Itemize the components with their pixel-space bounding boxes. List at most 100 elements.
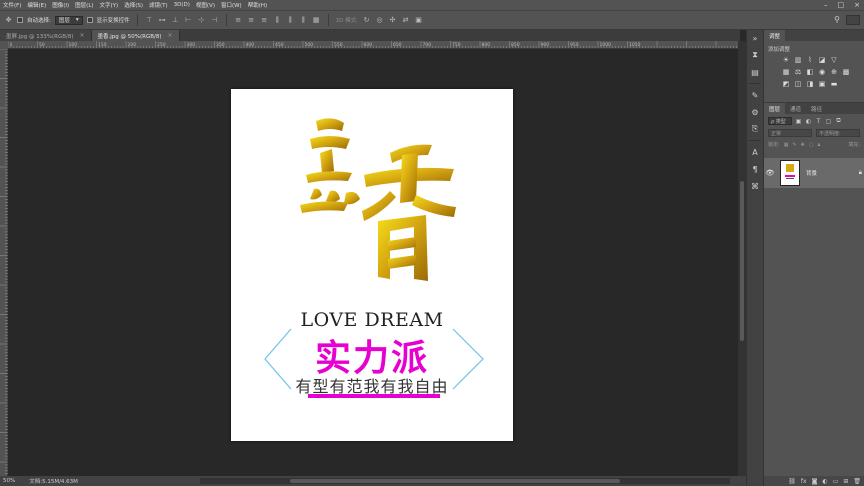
threshold-icon[interactable]: ◨ [806, 80, 814, 88]
trash-icon[interactable]: 🗑︎ [853, 478, 861, 485]
3d-pan-icon[interactable]: ✣ [388, 16, 397, 25]
menu-filter[interactable]: 滤镜(T) [146, 1, 171, 9]
opacity-field[interactable]: 不透明度: [816, 129, 860, 137]
history-icon[interactable]: ⧗ [749, 49, 761, 61]
layer-row-background[interactable]: 👁︎ 背景 🔒︎ [764, 158, 864, 188]
document-info[interactable]: 文档:5.15M/4.63M [29, 477, 78, 485]
search-icon[interactable]: ⚲ [834, 15, 840, 24]
blend-mode-select[interactable]: 正常 [768, 129, 812, 137]
move-tool-icon[interactable]: ✥ [4, 16, 13, 25]
lock-pixels-icon[interactable]: ✎ [792, 142, 796, 148]
auto-align-icon[interactable]: ▦ [312, 16, 321, 25]
glyphs-icon[interactable]: ⌘ [749, 180, 761, 192]
tab-close-icon[interactable]: × [168, 32, 173, 39]
menu-help[interactable]: 帮助(H) [245, 1, 270, 9]
fill-label[interactable]: 填充: [848, 141, 860, 148]
character-icon[interactable]: A [749, 146, 761, 158]
tab-moping[interactable]: 墨屏.jpg @ 133%(RGB/8) × [0, 30, 92, 41]
horizontal-scrollbar[interactable] [200, 478, 730, 484]
posterize-icon[interactable]: ◫ [794, 80, 802, 88]
tab-paths[interactable]: 路径 [806, 103, 827, 114]
channel-mixer-icon[interactable]: ⊕ [830, 68, 838, 76]
document-canvas[interactable]: LOVE DREAM 实力派 有型有范我有我自由 [231, 89, 513, 441]
tab-layers[interactable]: 图层 [764, 103, 786, 114]
pixel-filter-icon[interactable]: ▣ [795, 118, 802, 125]
align-hcenter-icon[interactable]: ⊹ [197, 16, 206, 25]
properties-icon[interactable]: ▤ [749, 66, 761, 78]
lock-all-icon[interactable]: 🔒︎ [818, 142, 821, 148]
layer-style-icon[interactable]: fx [801, 478, 807, 485]
adjustment-filter-icon[interactable]: ◐ [805, 118, 812, 125]
tab-adjustments[interactable]: 调整 [764, 30, 786, 41]
gradient-map-icon[interactable]: ▬ [830, 80, 838, 88]
color-balance-icon[interactable]: ⚖ [794, 68, 802, 76]
vertical-scrollbar[interactable] [738, 41, 746, 476]
adjustment-layer-icon[interactable]: ◐ [822, 478, 827, 485]
black-white-icon[interactable]: ◧ [806, 68, 814, 76]
tab-close-icon[interactable]: × [79, 32, 84, 39]
3d-slide-icon[interactable]: ⇄ [401, 16, 410, 25]
align-top-icon[interactable]: ⊤ [145, 16, 154, 25]
menu-select[interactable]: 选择(S) [121, 1, 146, 9]
visibility-eye-icon[interactable]: 👁︎ [764, 169, 776, 177]
align-bottom-icon[interactable]: ⊥ [171, 16, 180, 25]
distribute-right-icon[interactable]: ⫼ [299, 16, 308, 25]
minimize-icon[interactable]: – [824, 1, 828, 9]
3d-roll-icon[interactable]: ◎ [375, 16, 384, 25]
distribute-bottom-icon[interactable]: ≡ [260, 16, 269, 25]
align-left-icon[interactable]: ⊢ [184, 16, 193, 25]
filter-kind-select[interactable]: ρ 类型 [768, 117, 792, 125]
color-lookup-icon[interactable]: ▩ [842, 68, 850, 76]
distribute-left-icon[interactable]: ⫼ [273, 16, 282, 25]
lock-artboard-icon[interactable]: ▢ [809, 142, 814, 148]
photo-filter-icon[interactable]: ◉ [818, 68, 826, 76]
menu-edit[interactable]: 编辑(E) [24, 1, 49, 9]
auto-select-dropdown[interactable]: 图层 ▾ [54, 15, 83, 25]
layer-name[interactable]: 背景 [806, 169, 817, 177]
show-transform-checkbox[interactable] [86, 17, 93, 23]
3d-scale-icon[interactable]: ▣ [414, 16, 423, 25]
maximize-icon[interactable]: □ [838, 1, 845, 9]
lock-position-icon[interactable]: ✥ [801, 142, 805, 148]
menu-view[interactable]: 视图(V) [193, 1, 218, 9]
ruler-vertical[interactable] [0, 48, 8, 476]
paragraph-icon[interactable]: ¶ [749, 163, 761, 175]
type-filter-icon[interactable]: T [815, 118, 822, 125]
vibrance-icon[interactable]: ▽ [830, 56, 838, 64]
menu-3d[interactable]: 3D(D) [171, 2, 193, 8]
shape-filter-icon[interactable]: ▢ [825, 118, 832, 125]
distribute-hcenter-icon[interactable]: ⫼ [286, 16, 295, 25]
smart-object-filter-icon[interactable]: ⧉ [835, 117, 842, 125]
menu-window[interactable]: 窗口(W) [218, 1, 245, 9]
horizontal-scrollbar-thumb[interactable] [290, 479, 620, 483]
lock-transparent-icon[interactable]: ▦ [784, 142, 789, 148]
tab-channels[interactable]: 通道 [785, 103, 806, 114]
selective-color-icon[interactable]: ▣ [818, 80, 826, 88]
new-layer-icon[interactable]: ⊞ [843, 478, 848, 485]
menu-type[interactable]: 文字(Y) [97, 1, 122, 9]
menu-layer[interactable]: 图层(L) [72, 1, 96, 9]
curves-icon[interactable]: ⌇ [806, 56, 814, 64]
layer-mask-icon[interactable]: ◙ [812, 478, 818, 485]
distribute-vcenter-icon[interactable]: ≡ [247, 16, 256, 25]
hue-saturation-icon[interactable]: ▦ [782, 68, 790, 76]
align-right-icon[interactable]: ⊣ [210, 16, 219, 25]
menu-image[interactable]: 图像(I) [49, 1, 72, 9]
collapse-icon[interactable]: » [749, 32, 761, 44]
link-layers-icon[interactable]: ⛓ [788, 478, 796, 485]
invert-icon[interactable]: ◩ [782, 80, 790, 88]
brush-icon[interactable]: ✎ [749, 89, 761, 101]
ruler-corner[interactable] [0, 41, 8, 49]
distribute-top-icon[interactable]: ≡ [234, 16, 243, 25]
clone-source-icon[interactable]: ⎘ [749, 123, 761, 135]
close-icon[interactable]: × [854, 1, 860, 9]
tab-moxiang[interactable]: 墨香.jpg @ 50%(RGB/8) × [91, 30, 180, 41]
brightness-icon[interactable]: ☀ [782, 56, 790, 64]
zoom-level[interactable]: 50% [3, 478, 15, 484]
menu-file[interactable]: 文件(F) [0, 1, 24, 9]
new-group-icon[interactable]: ▭ [833, 478, 839, 485]
align-vcenter-icon[interactable]: ⊶ [158, 16, 167, 25]
workspace-select[interactable] [846, 15, 860, 25]
ruler-horizontal[interactable]: 0 50 100 150 200 250 300 350 400 450 500 550 600 650 7… [8, 41, 738, 49]
auto-select-checkbox[interactable] [17, 17, 23, 23]
